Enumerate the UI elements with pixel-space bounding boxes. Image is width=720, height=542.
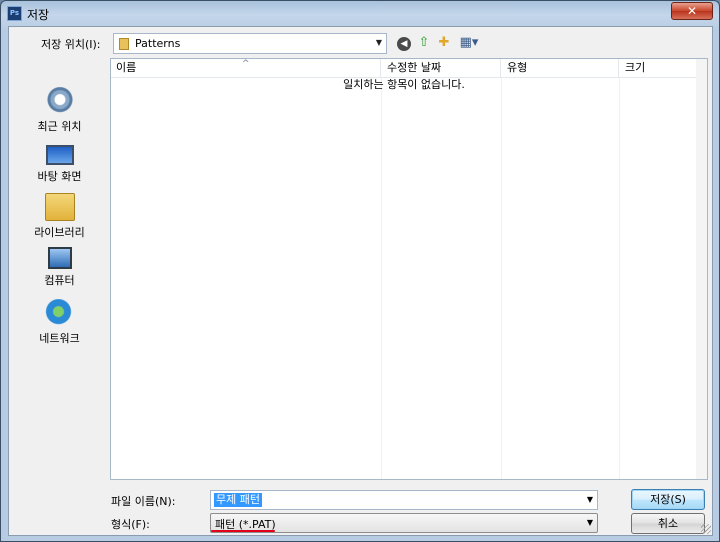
window-title: 저장 (27, 8, 50, 22)
column-divider (501, 78, 502, 479)
back-button[interactable]: ◀ (394, 33, 414, 53)
filename-input[interactable]: 무제 패턴 ▼ (210, 490, 598, 510)
view-menu-icon: ▦▾ (459, 35, 479, 50)
view-menu-button[interactable]: ▦▾ (456, 33, 482, 53)
filename-value: 무제 패턴 (214, 493, 262, 507)
place-label: 바탕 화면 (37, 170, 82, 183)
column-divider (381, 78, 382, 479)
annotation-underline (211, 530, 275, 532)
column-label: 수정한 날짜 (387, 61, 442, 74)
computer-icon (47, 247, 72, 269)
file-list[interactable]: 이름 ^ 수정한 날짜 유형 크기 일치하는 항목이 없습니다. (110, 58, 708, 480)
close-button[interactable]: ✕ (671, 2, 713, 20)
new-folder-button[interactable]: ✚ (434, 33, 454, 53)
place-label: 컴퓨터 (44, 274, 75, 287)
column-header-type[interactable]: 유형 (501, 59, 619, 77)
column-divider (619, 78, 620, 479)
column-label: 이름 (116, 61, 137, 74)
chevron-down-icon[interactable]: ▼ (587, 495, 593, 504)
place-label: 라이브러리 (34, 226, 85, 239)
sort-ascending-icon: ^ (242, 59, 250, 69)
up-folder-icon: ⇧ (418, 35, 430, 50)
dialog-body: 저장 위치(I): Patterns ▼ ◀ ⇧ ✚ ▦▾ 최근 위치 바탕 화… (8, 26, 713, 536)
column-header-date-modified[interactable]: 수정한 날짜 (381, 59, 501, 77)
column-label: 크기 (625, 61, 646, 74)
chevron-down-icon: ▼ (375, 38, 382, 47)
filetype-label: 형식(F): (111, 518, 150, 531)
vertical-scrollbar[interactable] (696, 59, 707, 479)
place-recent[interactable]: 최근 위치 (12, 87, 107, 137)
chevron-down-icon: ▼ (586, 518, 593, 527)
cancel-button[interactable]: 취소 (631, 513, 705, 534)
new-folder-icon: ✚ (438, 35, 450, 50)
place-network[interactable]: 네트워크 (12, 299, 107, 349)
place-desktop[interactable]: 바탕 화면 (12, 141, 107, 191)
photoshop-app-icon: Ps (7, 6, 22, 21)
title-bar[interactable]: Ps 저장 ✕ (1, 1, 719, 25)
back-arrow-icon: ◀ (397, 37, 411, 51)
place-label: 최근 위치 (37, 120, 82, 133)
up-one-level-button[interactable]: ⇧ (414, 33, 434, 53)
column-header-name[interactable]: 이름 ^ (111, 59, 381, 77)
column-label: 유형 (507, 61, 528, 74)
places-bar: 최근 위치 바탕 화면 라이브러리 컴퓨터 네트워크 (12, 59, 107, 533)
save-in-label: 저장 위치(I): (41, 38, 101, 51)
save-dialog-window: Ps 저장 ✕ 저장 위치(I): Patterns ▼ ◀ ⇧ ✚ ▦▾ 최근… (0, 0, 720, 542)
network-icon (44, 299, 75, 327)
save-location-value: Patterns (135, 37, 181, 50)
column-header-size[interactable]: 크기 (619, 59, 697, 77)
empty-list-message: 일치하는 항목이 없습니다. (343, 78, 465, 91)
place-label: 네트워크 (39, 332, 80, 345)
filename-label: 파일 이름(N): (111, 495, 176, 508)
place-computer[interactable]: 컴퓨터 (12, 247, 107, 297)
library-icon (44, 193, 75, 221)
folder-icon (119, 38, 129, 50)
save-location-dropdown[interactable]: Patterns ▼ (113, 33, 387, 54)
desktop-icon (45, 145, 74, 165)
close-icon: ✕ (686, 4, 698, 18)
place-library[interactable]: 라이브러리 (12, 193, 107, 243)
recent-places-icon (44, 87, 75, 115)
resize-grip[interactable] (701, 524, 711, 534)
save-button[interactable]: 저장(S) (631, 489, 705, 510)
